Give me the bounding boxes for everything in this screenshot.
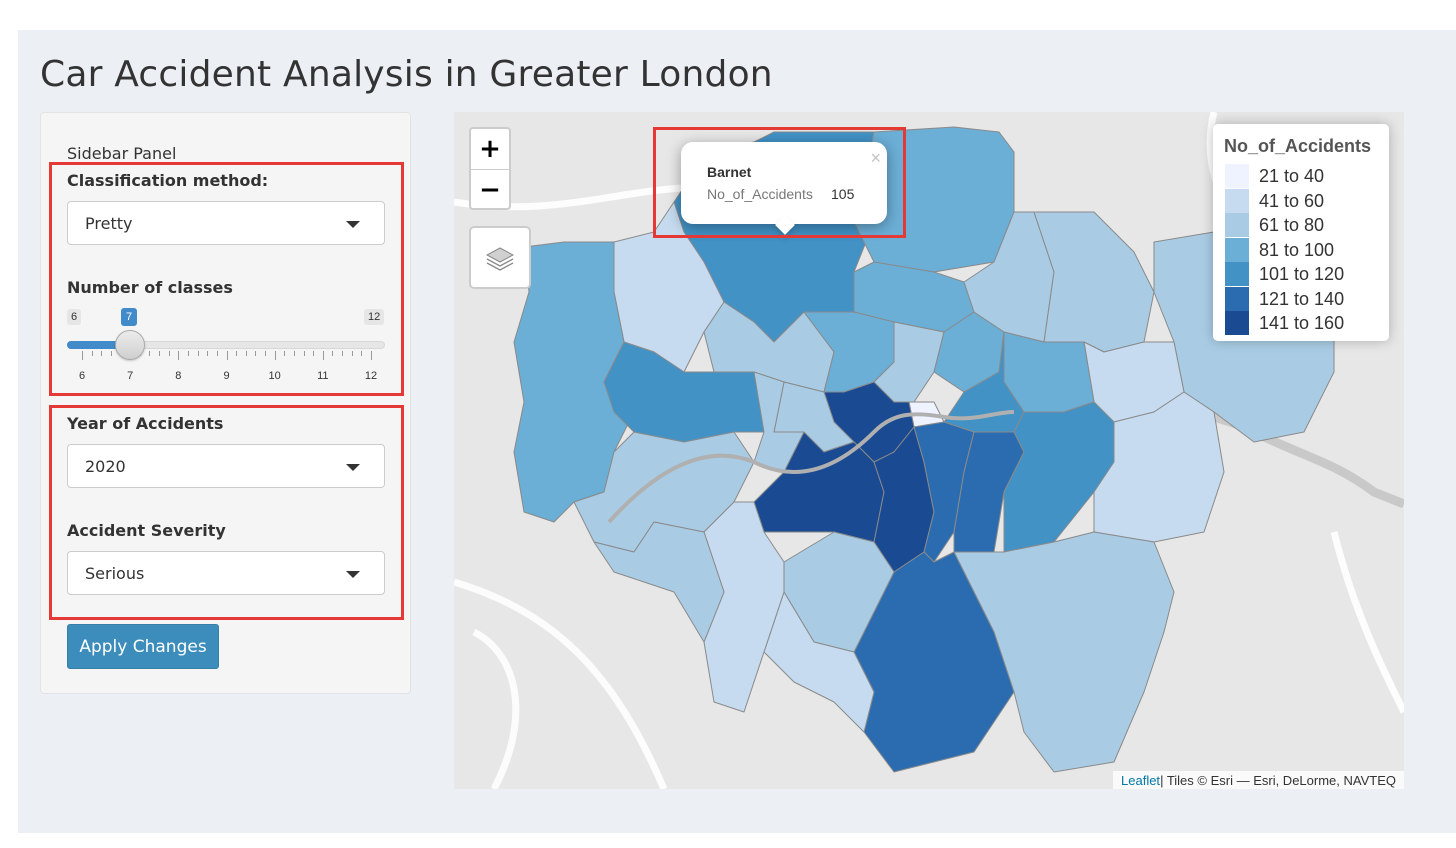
legend-swatch [1225,164,1249,188]
sidebar-label: Sidebar Panel [67,144,177,163]
legend-label: 81 to 100 [1259,239,1335,260]
legend-label: 21 to 40 [1259,166,1325,186]
legend-item: 61 to 80 [1225,213,1375,237]
highlight-box-classification [49,162,404,396]
zoom-out-button[interactable]: − [471,170,509,210]
attribution-text: | Tiles © Esri — Esri, DeLorme, NAVTEQ [1160,772,1396,788]
legend-label: 141 to 160 [1259,313,1345,333]
apply-changes-button[interactable]: Apply Changes [67,624,219,669]
legend-item: 21 to 40 [1225,164,1375,188]
legend-item: 101 to 120 [1225,262,1375,286]
legend-swatch [1225,286,1249,311]
legend-item: 141 to 160 [1225,311,1375,335]
borough-newham [1003,331,1095,413]
legend-swatch [1225,262,1249,286]
legend-swatch [1225,188,1249,213]
map-attribution: Leaflet | Tiles © Esri — Esri, DeLorme, … [1113,771,1404,789]
layers-control[interactable] [469,226,531,289]
legend-label: 101 to 120 [1259,264,1345,284]
legend-swatch [1225,213,1249,237]
leaflet-link[interactable]: Leaflet [1121,773,1160,788]
highlight-box-filters [49,405,404,620]
page-title: Car Accident Analysis in Greater London [40,54,773,95]
legend-label: 121 to 140 [1259,288,1345,309]
boroughs [513,126,1335,773]
map-legend: No_of_Accidents 21 to 40 41 to 60 61 to 80… [1213,124,1389,341]
legend-item: 81 to 100 [1225,237,1375,262]
legend-swatch [1225,237,1249,262]
legend-label: 61 to 80 [1259,215,1325,235]
layers-icon [485,246,515,271]
highlight-box-popup [653,127,906,238]
zoom-control: + − [469,127,511,210]
legend-item: 41 to 60 [1225,188,1375,213]
zoom-in-button[interactable]: + [471,129,509,169]
legend-item: 121 to 140 [1225,286,1375,311]
legend-title: No_of_Accidents [1224,136,1372,156]
legend-swatch [1225,311,1249,335]
legend-label: 41 to 60 [1259,190,1325,211]
